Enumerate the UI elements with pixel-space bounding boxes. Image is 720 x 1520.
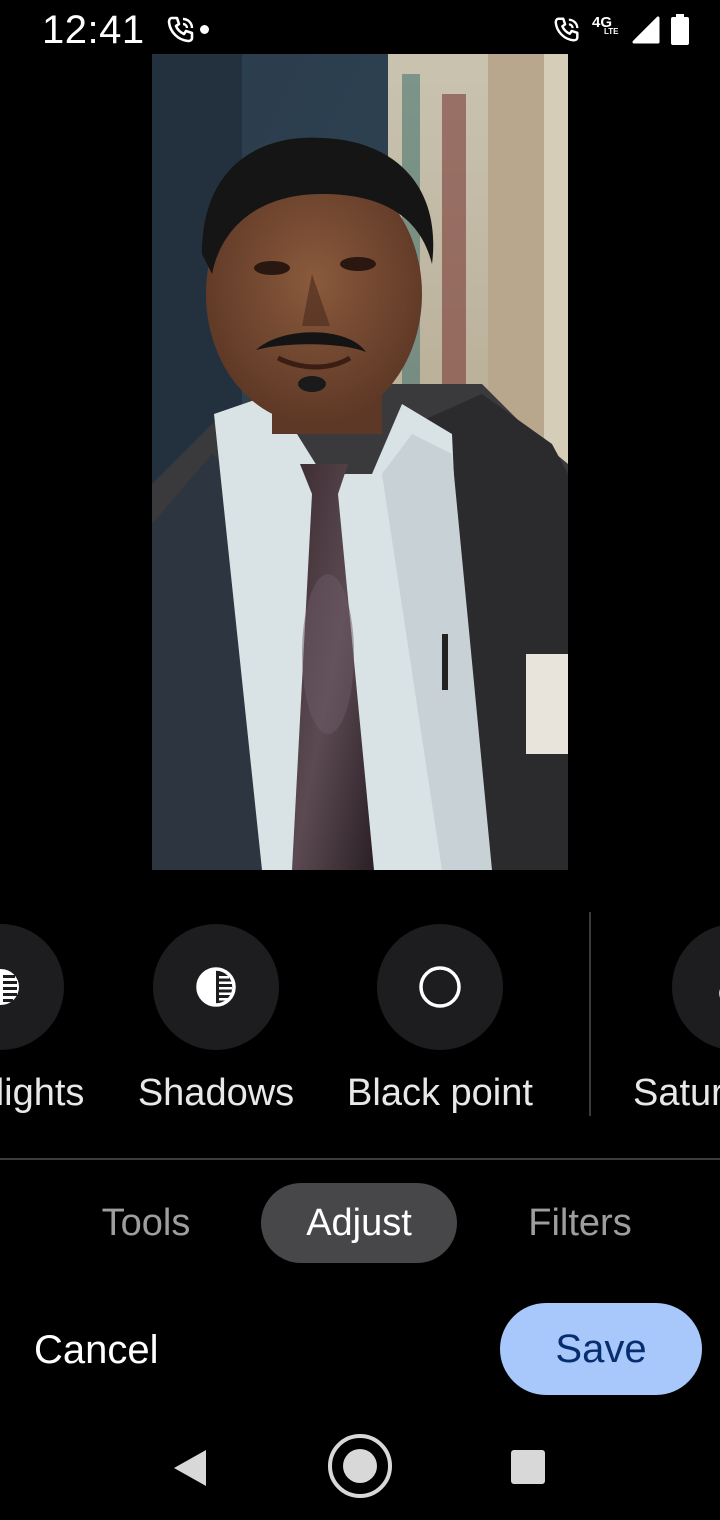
battery-icon	[671, 14, 689, 45]
adjust-label-saturation: Saturation	[633, 1072, 720, 1114]
shadows-icon	[196, 967, 236, 1007]
adjust-item-saturation[interactable]: Saturation	[620, 924, 720, 1124]
editor-tabs: Tools Adjust Filters	[0, 1183, 720, 1263]
adjust-item-shadows[interactable]: Shadows	[101, 924, 331, 1124]
save-button[interactable]: Save	[500, 1303, 702, 1395]
4g-lte-icon: 4G LTE	[592, 14, 622, 46]
adjust-button-black-point[interactable]	[377, 924, 503, 1050]
adjust-button-shadows[interactable]	[153, 924, 279, 1050]
photo-image	[152, 54, 568, 870]
back-icon[interactable]	[170, 1447, 210, 1489]
tab-tools[interactable]: Tools	[56, 1183, 236, 1263]
system-nav-bar	[0, 1420, 720, 1520]
section-divider	[0, 1158, 720, 1160]
wifi-call-icon	[554, 17, 579, 42]
adjust-item-highlights[interactable]: Highlights	[0, 924, 116, 1124]
highlights-icon	[0, 969, 19, 1005]
edited-photo[interactable]	[152, 54, 568, 870]
adjust-button-highlights[interactable]	[0, 924, 64, 1050]
network-sublabel: LTE	[604, 27, 619, 36]
adjust-button-saturation[interactable]	[672, 924, 720, 1050]
notification-dot	[200, 25, 209, 34]
status-icons: 4G LTE	[552, 12, 690, 48]
status-time: 12:41	[42, 8, 145, 52]
cell-signal-icon	[632, 16, 660, 44]
black-point-icon	[419, 966, 461, 1008]
status-bar: 12:41 4G LTE	[0, 0, 720, 60]
adjust-item-black-point[interactable]: Black point	[325, 924, 555, 1124]
recents-icon[interactable]	[510, 1449, 546, 1485]
tab-adjust[interactable]: Adjust	[261, 1183, 457, 1263]
adjust-label-shadows: Shadows	[137, 1072, 295, 1114]
adjust-label-highlights: Highlights	[0, 1072, 85, 1114]
saturation-icon	[719, 988, 720, 998]
carousel-divider	[589, 912, 591, 1116]
cancel-button[interactable]: Cancel	[24, 1310, 169, 1390]
tab-filters[interactable]: Filters	[490, 1183, 670, 1263]
home-icon[interactable]	[326, 1432, 394, 1500]
wifi-call-icon	[167, 16, 194, 43]
adjust-label-black-point: Black point	[347, 1072, 533, 1114]
adjust-carousel[interactable]: Highlights Shadows Black point	[0, 900, 720, 1140]
